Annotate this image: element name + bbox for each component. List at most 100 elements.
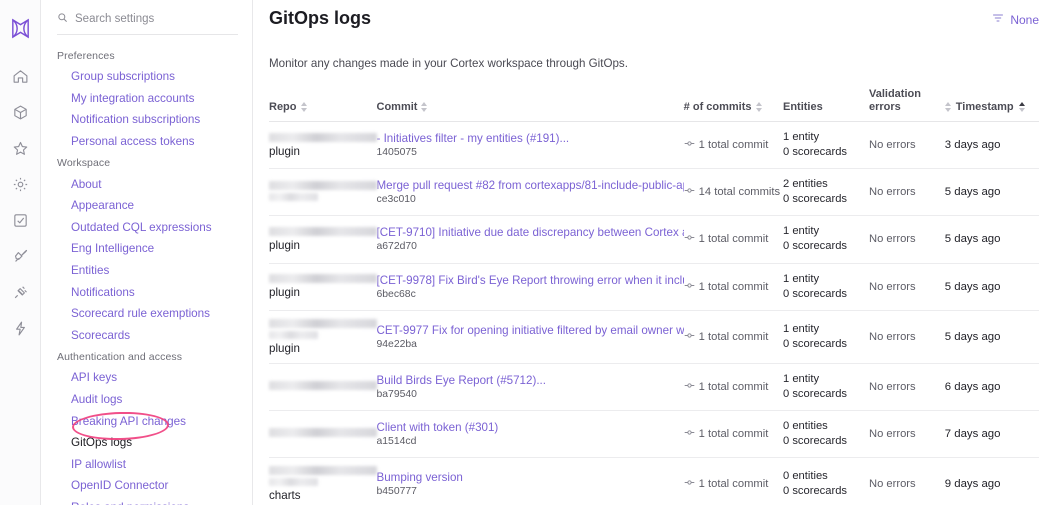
sort-toggle-timestamp[interactable] <box>1018 102 1025 113</box>
sort-toggle-commits-count[interactable] <box>755 102 762 113</box>
repo-name: plugin <box>269 238 300 252</box>
table-row[interactable]: Merge pull request #82 from cortexapps/8… <box>269 168 1039 217</box>
commit-sha: 6bec68c <box>376 288 416 300</box>
table-row[interactable]: charts Bumping version b450777 1 total comm… <box>269 457 1039 505</box>
sidebar-item-appearance[interactable]: Appearance <box>41 195 252 217</box>
search-input[interactable] <box>75 13 238 25</box>
cell-repo <box>269 168 377 217</box>
cell-timestamp: 6 days ago <box>944 363 1039 412</box>
commit-node-icon <box>684 427 695 441</box>
cell-timestamp: 3 days ago <box>944 121 1039 170</box>
cell-entities: 1 entity 0 scorecards <box>782 215 869 264</box>
table-row[interactable]: plugin CET-9977 Fix for opening initiativ… <box>269 310 1039 364</box>
cell-commits-count: 14 total commits <box>683 168 783 217</box>
cell-commit[interactable]: Client with token (#301) a1514cd <box>376 410 684 459</box>
plug-icon[interactable] <box>0 274 41 310</box>
validation-errors-label: No errors <box>868 186 916 199</box>
commit-message-link[interactable]: [CET-9710] Initiative due date discrepan… <box>377 226 684 239</box>
lightning-icon[interactable] <box>0 310 41 346</box>
sidebar-item-about[interactable]: About <box>41 173 252 195</box>
star-icon[interactable] <box>0 130 41 166</box>
cell-repo: plugin <box>269 121 377 170</box>
cell-commit[interactable]: CET-9977 Fix for opening initiative filt… <box>376 310 684 364</box>
cell-commit[interactable]: Build Birds Eye Report (#5712)... ba79540 <box>376 363 684 412</box>
table-row[interactable]: plugin - Initiatives filter - my entities… <box>269 121 1039 170</box>
sort-toggle-timestamp-left[interactable] <box>944 102 951 113</box>
entities-count: 2 entities <box>782 178 828 191</box>
column-header-entities: Entities <box>782 88 869 122</box>
commit-message-link[interactable]: [CET-9978] Fix Bird's Eye Report throwin… <box>377 274 684 287</box>
scorecards-count: 0 scorecards <box>782 485 848 498</box>
sidebar-item-group-subscriptions[interactable]: Group subscriptions <box>41 66 252 88</box>
cell-entities: 0 entities 0 scorecards <box>782 410 869 459</box>
sidebar-item-entities[interactable]: Entities <box>41 260 252 282</box>
timestamp-label: 5 days ago <box>944 330 1001 343</box>
validation-errors-label: No errors <box>868 478 916 491</box>
column-header-repo[interactable]: Repo <box>269 88 377 122</box>
sidebar-item-audit-logs[interactable]: Audit logs <box>41 389 252 411</box>
sidebar-item-outdated-cql-expressions[interactable]: Outdated CQL expressions <box>41 217 252 239</box>
commit-message-link[interactable]: Merge pull request #82 from cortexapps/8… <box>377 179 684 192</box>
sort-toggle-repo[interactable] <box>300 102 307 113</box>
column-header-timestamp[interactable]: Timestamp <box>944 88 1039 122</box>
sidebar-item-roles-and-permissions[interactable]: Roles and permissions <box>41 497 252 505</box>
repo-redacted-block <box>269 180 377 201</box>
table-row[interactable]: Build Birds Eye Report (#5712)... ba79540… <box>269 363 1039 412</box>
sidebar-item-scorecard-rule-exemptions[interactable]: Scorecard rule exemptions <box>41 303 252 325</box>
cell-timestamp: 7 days ago <box>944 410 1039 459</box>
repo-name: plugin <box>269 286 300 300</box>
column-header-commit[interactable]: Commit <box>376 88 684 122</box>
checklist-icon[interactable] <box>0 202 41 238</box>
scorecards-count: 0 scorecards <box>782 387 848 400</box>
table-row[interactable]: Client with token (#301) a1514cd 1 total c… <box>269 410 1039 459</box>
entities-count: 0 entities <box>782 470 828 483</box>
sidebar-item-my-integration-accounts[interactable]: My integration accounts <box>41 88 252 110</box>
table-row[interactable]: plugin [CET-9710] Initiative due date dis… <box>269 215 1039 264</box>
cell-commit[interactable]: [CET-9978] Fix Bird's Eye Report throwin… <box>376 263 684 311</box>
cell-commits-count: 1 total commit <box>683 457 783 505</box>
sidebar-item-scorecards[interactable]: Scorecards <box>41 325 252 347</box>
cell-repo <box>269 410 377 459</box>
cell-commits-count: 1 total commit <box>683 263 783 311</box>
scorecards-count: 0 scorecards <box>782 435 848 448</box>
sidebar-item-openid-connector[interactable]: OpenID Connector <box>41 475 252 497</box>
cortex-logo[interactable] <box>0 6 41 50</box>
sidebar-item-notifications[interactable]: Notifications <box>41 281 252 303</box>
cell-commit[interactable]: - Initiatives filter - my entities (#191… <box>376 121 684 170</box>
commits-count-label: 1 total commit <box>698 330 769 343</box>
page-title: GitOps logs <box>269 8 372 28</box>
table-row[interactable]: plugin [CET-9978] Fix Bird's Eye Report t… <box>269 263 1039 311</box>
sidebar-item-ip-allowlist[interactable]: IP allowlist <box>41 454 252 476</box>
commit-message-link[interactable]: Build Birds Eye Report (#5712)... <box>377 374 684 387</box>
repo-redacted-block <box>269 274 377 284</box>
column-label-repo: Repo <box>269 100 297 113</box>
sidebar-item-notification-subscriptions[interactable]: Notification subscriptions <box>41 109 252 131</box>
commit-message-link[interactable]: Client with token (#301) <box>377 421 684 434</box>
timestamp-label: 5 days ago <box>944 233 1001 246</box>
cell-commit[interactable]: Merge pull request #82 from cortexapps/8… <box>376 168 684 217</box>
commit-message-link[interactable]: Bumping version <box>377 471 684 484</box>
cell-validation-errors: No errors <box>868 363 945 412</box>
sidebar-item-gitops-logs[interactable]: GitOps logs <box>41 432 252 454</box>
column-header-commits-count[interactable]: # of commits <box>683 88 783 122</box>
cell-commit[interactable]: [CET-9710] Initiative due date discrepan… <box>376 215 684 264</box>
sidebar-item-eng-intelligence[interactable]: Eng Intelligence <box>41 238 252 260</box>
gear-icon[interactable] <box>0 166 41 202</box>
sidebar-item-breaking-api-changes[interactable]: Breaking API changes <box>41 410 252 432</box>
timestamp-label: 6 days ago <box>944 380 1001 393</box>
cell-timestamp: 5 days ago <box>944 310 1039 364</box>
commit-message-link[interactable]: - Initiatives filter - my entities (#191… <box>377 132 684 145</box>
scorecards-count: 0 scorecards <box>782 337 848 350</box>
commits-count-label: 1 total commit <box>698 233 769 246</box>
sidebar-item-personal-access-tokens[interactable]: Personal access tokens <box>41 131 252 153</box>
search-settings-row[interactable] <box>57 10 238 35</box>
rocket-icon[interactable] <box>0 238 41 274</box>
sort-toggle-commit[interactable] <box>421 102 428 113</box>
cell-commit[interactable]: Bumping version b450777 <box>376 457 684 505</box>
commit-message-link[interactable]: CET-9977 Fix for opening initiative filt… <box>377 324 684 337</box>
sidebar-item-api-keys[interactable]: API keys <box>41 367 252 389</box>
cube-icon[interactable] <box>0 94 41 130</box>
column-label-commit: Commit <box>376 100 418 113</box>
home-icon[interactable] <box>0 58 41 94</box>
filter-control[interactable]: None <box>992 11 1039 29</box>
